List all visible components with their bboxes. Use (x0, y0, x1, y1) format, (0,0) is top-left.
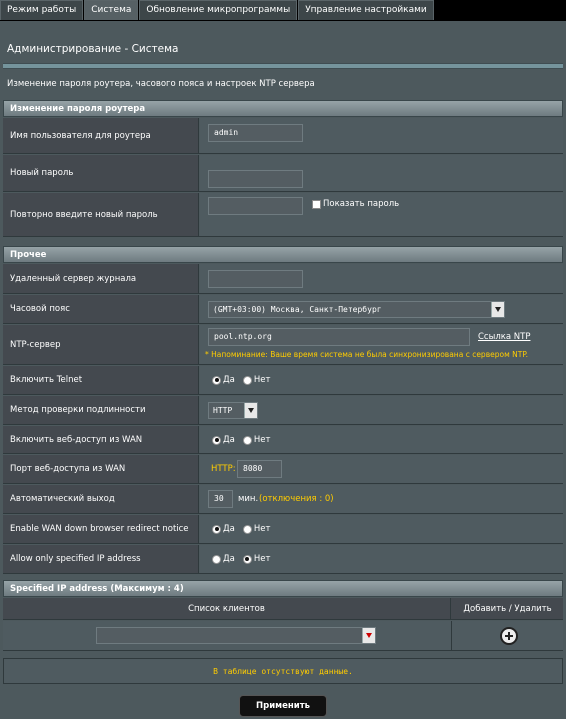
telnet-no-label: Нет (253, 375, 271, 385)
allow-ip-label: Allow only specified IP address (3, 545, 199, 573)
ntp-server-input[interactable]: pool.ntp.org (208, 328, 470, 346)
telnet-label: Включить Telnet (3, 366, 199, 394)
wan-redirect-row: Enable WAN down browser redirect notice … (3, 515, 563, 544)
remote-log-label: Удаленный сервер журнала (3, 264, 199, 293)
top-tabs: Режим работы Система Обновление микропро… (0, 0, 566, 21)
telnet-yes-label: Да (223, 375, 235, 385)
page-title: Администрирование - Система (7, 43, 179, 55)
ip-table-header: Список клиентов Добавить / Удалить (3, 598, 563, 620)
chevron-down-icon (244, 403, 257, 418)
wan-access-no-label: Нет (253, 435, 271, 445)
confirm-password-row: Повторно введите новый пароль Показать п… (3, 193, 563, 237)
main-panel: Администрирование - Система Изменение па… (0, 21, 566, 719)
clients-column-header: Список клиентов (3, 598, 451, 619)
wan-access-yes-radio[interactable] (212, 435, 221, 445)
autologout-label: Автоматический выход (3, 485, 199, 513)
telnet-radio-group: Да Нет (212, 375, 270, 385)
autologout-input[interactable]: 30 (208, 490, 233, 508)
username-label: Имя пользователя для роутера (3, 118, 199, 153)
wan-redirect-label: Enable WAN down browser redirect notice (3, 515, 199, 543)
allow-ip-yes-radio[interactable] (212, 554, 221, 564)
allow-ip-no-label: Нет (253, 554, 271, 564)
no-data-message: В таблице отсутствуют данные. (3, 658, 563, 684)
allow-ip-radio-group: Да Нет (212, 554, 270, 564)
telnet-yes-radio[interactable] (212, 375, 221, 385)
wan-access-yes-label: Да (223, 435, 235, 445)
new-password-label: Новый пароль (3, 155, 199, 191)
tab-firmware-upgrade[interactable]: Обновление микропрограммы (139, 0, 298, 20)
new-password-row: Новый пароль (3, 155, 563, 192)
wan-redirect-no-label: Нет (253, 524, 271, 534)
tab-settings-management[interactable]: Управление настройками (298, 0, 434, 20)
wan-redirect-radio-group: Да Нет (212, 524, 270, 534)
chevron-down-icon (491, 302, 504, 317)
allow-ip-yes-label: Да (223, 554, 235, 564)
add-circle-icon[interactable] (500, 627, 518, 645)
show-password-checkbox[interactable] (312, 200, 321, 209)
timezone-label: Часовой пояс (3, 295, 199, 323)
wan-port-prefix: HTTP: (211, 464, 236, 474)
title-divider (3, 63, 563, 69)
ip-section-header: Specified IP address (Максимум : 4) (3, 580, 563, 597)
show-password-label: Показать пароль (323, 199, 400, 209)
misc-section-header: Прочее (3, 246, 563, 263)
tab-system[interactable]: Система (84, 0, 139, 20)
auth-method-value: HTTP (213, 406, 233, 415)
page-description: Изменение пароля роутера, часового пояса… (7, 79, 315, 89)
telnet-row: Включить Telnet Да Нет (3, 366, 563, 395)
autologout-unit: мин. (238, 494, 259, 504)
remote-log-input[interactable] (208, 270, 303, 288)
ntp-label: NTP-сервер (3, 325, 199, 364)
telnet-no-radio[interactable] (242, 375, 252, 385)
wan-access-radio-group: Да Нет (212, 435, 270, 445)
allow-ip-no-radio[interactable] (242, 554, 252, 564)
apply-button[interactable]: Применить (239, 695, 327, 717)
confirm-password-input[interactable] (208, 197, 303, 215)
wan-port-input[interactable]: 8080 (237, 460, 282, 478)
wan-access-label: Включить веб-доступ из WAN (3, 426, 199, 453)
client-select[interactable] (96, 627, 376, 644)
wan-redirect-yes-label: Да (223, 524, 235, 534)
wan-redirect-no-radio[interactable] (242, 524, 252, 534)
ntp-warning: * Напоминание: Ваше время система не был… (205, 350, 529, 359)
username-input[interactable]: admin (208, 124, 303, 142)
remote-log-row: Удаленный сервер журнала (3, 264, 563, 294)
timezone-value: (GMT+03:00) Москва, Санкт-Петербург (213, 305, 382, 314)
new-password-input[interactable] (208, 170, 303, 188)
action-column-header: Добавить / Удалить (463, 604, 552, 614)
ntp-link[interactable]: Ссылка NTP (478, 332, 530, 342)
auth-method-select[interactable]: HTTP (208, 402, 258, 419)
ip-input-row (3, 621, 563, 651)
wan-port-label: Порт веб-доступа из WAN (3, 455, 199, 483)
timezone-select[interactable]: (GMT+03:00) Москва, Санкт-Петербург (208, 301, 505, 318)
wan-port-row: Порт веб-доступа из WAN HTTP: 8080 (3, 455, 563, 484)
auth-method-row: Метод проверки подлинности HTTP (3, 396, 563, 425)
timezone-row: Часовой пояс (GMT+03:00) Москва, Санкт-П… (3, 295, 563, 324)
allow-ip-row: Allow only specified IP address Да Нет (3, 545, 563, 574)
autologout-row: Автоматический выход 30 мин. (отключения… (3, 485, 563, 514)
password-section-header: Изменение пароля роутера (3, 100, 563, 117)
wan-access-no-radio[interactable] (242, 435, 252, 445)
username-row: Имя пользователя для роутера admin (3, 118, 563, 154)
wan-access-row: Включить веб-доступ из WAN Да Нет (3, 426, 563, 454)
tab-operation-mode[interactable]: Режим работы (0, 0, 84, 20)
auth-method-label: Метод проверки подлинности (3, 396, 199, 424)
ntp-row: NTP-сервер pool.ntp.org Ссылка NTP * Нап… (3, 325, 563, 365)
confirm-password-label: Повторно введите новый пароль (3, 193, 199, 236)
chevron-down-icon (362, 628, 375, 643)
autologout-hint: (отключения : 0) (259, 494, 334, 504)
wan-redirect-yes-radio[interactable] (212, 524, 221, 534)
